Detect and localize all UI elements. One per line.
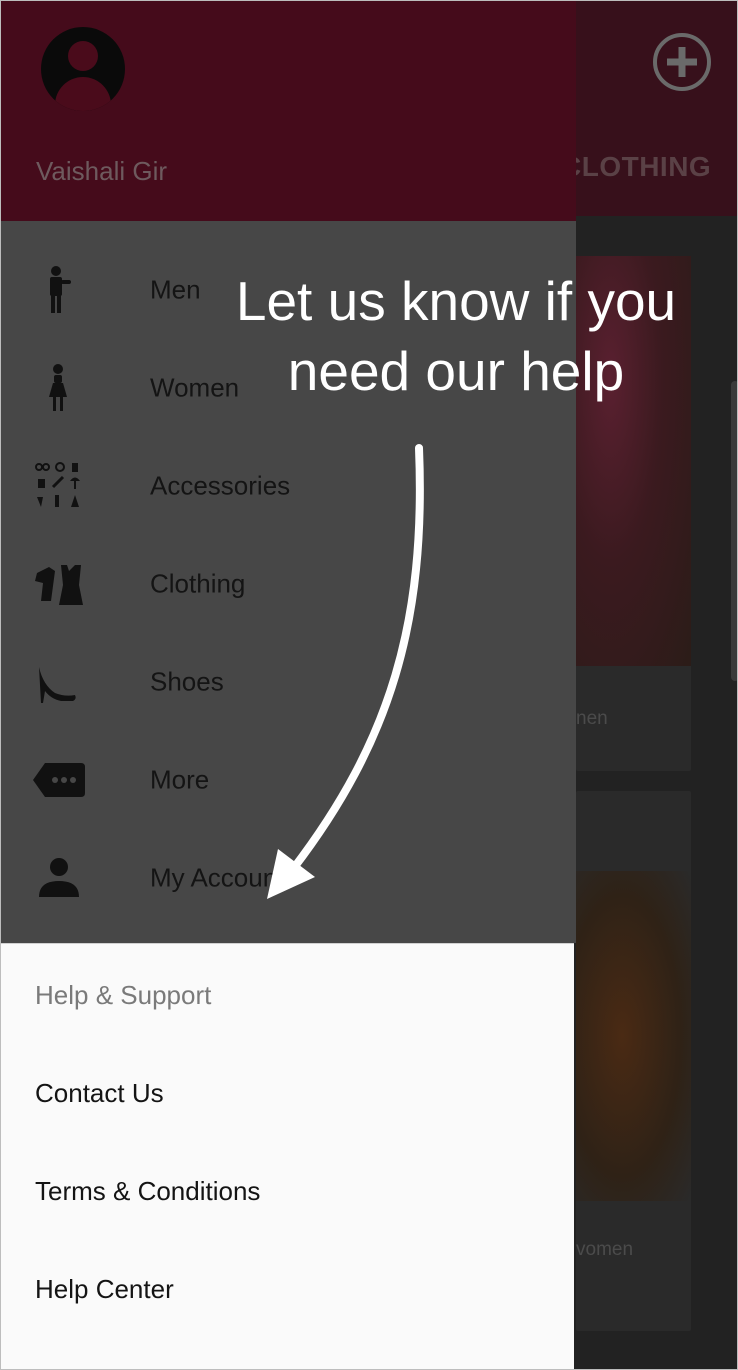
clothing-icon: [35, 565, 83, 605]
user-name: Vaishali Gir: [36, 156, 168, 186]
high-heel-icon: [39, 667, 76, 703]
tooltip-line: Let us know if you: [235, 270, 677, 332]
menu-item-label: Men: [150, 274, 201, 305]
avatar-icon[interactable]: [41, 27, 125, 111]
more-tag-icon: [33, 763, 85, 797]
drawer-header: Vaishali Gir: [1, 1, 576, 221]
menu-item-clothing[interactable]: Clothing: [1, 535, 576, 633]
background-product-card[interactable]: vomen: [576, 791, 691, 1331]
tutorial-tooltip: Let us know if you need our help: [201, 266, 711, 406]
man-icon: [50, 266, 71, 313]
background-scrollbar: [731, 381, 737, 681]
menu-item-accessories[interactable]: Accessories: [1, 437, 576, 535]
add-icon[interactable]: [653, 33, 711, 91]
help-support-section: Help & Support Contact Us Terms & Condit…: [1, 943, 574, 1369]
menu-item-label: Clothing: [150, 568, 246, 599]
help-center-link[interactable]: Help Center: [35, 1274, 174, 1305]
section-heading: Help & Support: [35, 980, 212, 1010]
account-icon: [39, 858, 79, 897]
menu-item-label: Shoes: [150, 666, 224, 697]
woman-icon: [49, 364, 67, 411]
product-card-label: nen: [576, 708, 608, 729]
app-screen: CLOTHING nen vomen Vaishali Gir Men Wome…: [0, 0, 738, 1370]
menu-item-label: More: [150, 764, 210, 795]
product-image: [576, 871, 691, 1201]
menu-item-shoes[interactable]: Shoes: [1, 633, 576, 731]
navigation-drawer: Vaishali Gir Men Women Accessories Cloth…: [1, 1, 576, 1369]
menu-item-my-account[interactable]: My Account: [1, 829, 576, 927]
menu-item-more[interactable]: More: [1, 731, 576, 829]
background-tab-label[interactable]: CLOTHING: [561, 151, 711, 183]
product-card-label: vomen: [576, 1239, 634, 1260]
menu-item-label: My Account: [150, 862, 285, 893]
contact-us-link[interactable]: Contact Us: [35, 1078, 164, 1109]
tooltip-line: need our help: [287, 340, 625, 402]
terms-conditions-link[interactable]: Terms & Conditions: [35, 1176, 260, 1207]
accessories-icon: [35, 462, 80, 507]
menu-item-label: Accessories: [150, 470, 291, 501]
